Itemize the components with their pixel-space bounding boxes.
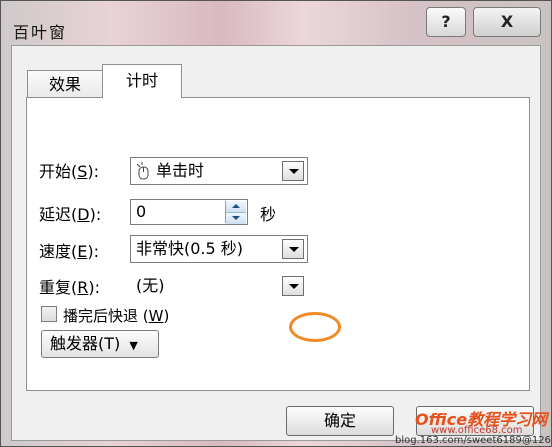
start-label: 开始(S): <box>39 162 100 181</box>
spin-up-icon[interactable] <box>226 201 246 212</box>
trigger-arrow-icon: ▼ <box>129 339 138 352</box>
tab-timing[interactable]: 计时 <box>102 64 182 98</box>
timing-panel: 开始(S): 单击时 延迟(D): 0 秒 速度(E): 非常快(0.5 秒) … <box>26 97 530 391</box>
mouse-click-icon <box>136 162 150 180</box>
dialog-title: 百叶窗 <box>13 23 68 42</box>
start-value: 单击时 <box>156 161 205 180</box>
delay-label: 延迟(D): <box>39 205 102 224</box>
repeat-value: (无) <box>136 276 165 295</box>
help-button[interactable]: ? <box>426 7 466 37</box>
speed-value: 非常快(0.5 秒) <box>136 239 244 258</box>
start-select[interactable]: 单击时 <box>130 157 308 185</box>
highlight-circle <box>289 312 341 342</box>
tab-effect[interactable]: 效果 <box>27 70 103 98</box>
repeat-label: 重复(R): <box>39 278 101 297</box>
delay-unit: 秒 <box>260 205 277 224</box>
rewind-checkbox[interactable] <box>41 306 57 322</box>
watermark-blog: blog.163.com/sweet6189@126 <box>395 435 551 446</box>
ok-button[interactable]: 确定 <box>286 406 394 436</box>
chevron-down-icon[interactable] <box>282 239 304 259</box>
repeat-select[interactable]: (无) <box>130 272 308 300</box>
rewind-label: 播完后快退 (W) <box>63 307 170 325</box>
spinner-buttons <box>225 201 246 224</box>
trigger-button[interactable]: 触发器(T) ▼ <box>41 330 159 358</box>
dialog-client: 效果 计时 开始(S): 单击时 延迟(D): 0 秒 速度(E): 非常快(0… <box>11 45 541 441</box>
dialog-window: 百叶窗 ? X 效果 计时 开始(S): 单击时 延迟(D): 0 秒 速度(E… <box>0 0 552 447</box>
delay-spinner[interactable]: 0 <box>130 199 248 225</box>
close-button[interactable]: X <box>473 7 541 37</box>
delay-value: 0 <box>136 202 147 221</box>
chevron-down-icon[interactable] <box>282 276 304 296</box>
speed-label: 速度(E): <box>39 242 99 261</box>
chevron-down-icon[interactable] <box>282 161 304 181</box>
speed-select[interactable]: 非常快(0.5 秒) <box>130 235 308 263</box>
spin-down-icon[interactable] <box>226 212 246 224</box>
